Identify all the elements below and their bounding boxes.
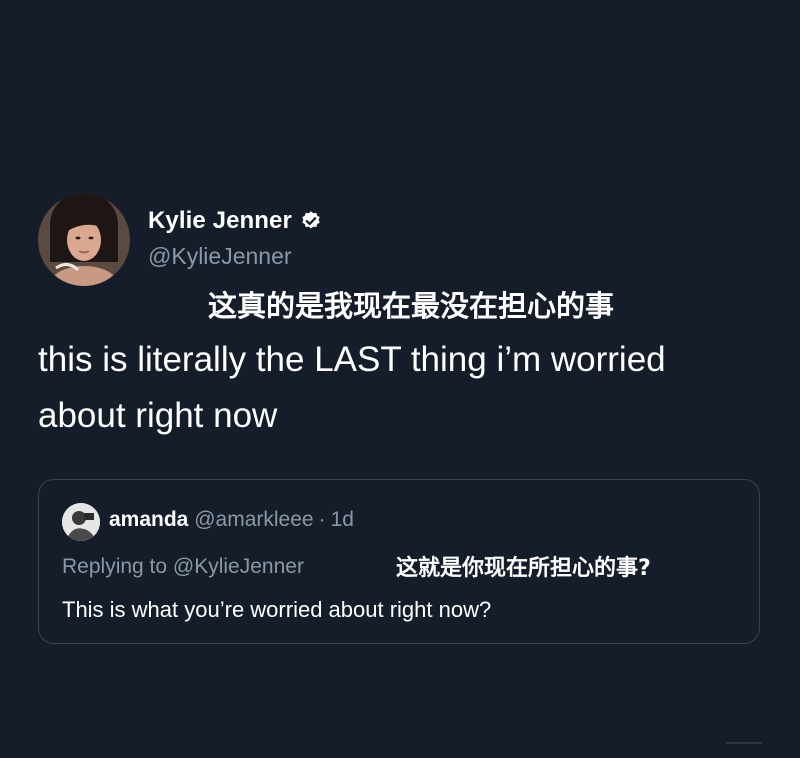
replying-to-handle[interactable]: @KylieJenner <box>173 555 304 578</box>
author-avatar[interactable] <box>38 194 130 286</box>
quote-text: This is what you’re worried about right … <box>62 597 492 622</box>
verified-badge-icon <box>300 210 322 232</box>
quote-header: amanda @amarkleee · 1d <box>109 508 354 532</box>
author-name-row: Kylie Jenner <box>148 206 322 236</box>
quote-author-name[interactable]: amanda <box>109 508 188 531</box>
avatar-image <box>38 194 130 286</box>
tweet-card: Kylie Jenner @KylieJenner 这真的是我现在最没在担心的事… <box>0 0 800 758</box>
replying-to-line: Replying to @KylieJenner <box>62 555 304 579</box>
tweet-text: this is literally the LAST thing i’m wor… <box>38 340 666 435</box>
quote-avatar-image <box>62 503 100 541</box>
quote-author-avatar[interactable] <box>62 503 100 541</box>
quote-translation-caption: 这就是你现在所担心的事? <box>396 556 651 581</box>
replying-prefix: Replying to <box>62 555 168 578</box>
author-handle[interactable]: @KylieJenner <box>148 243 292 270</box>
quote-separator: · <box>318 508 326 531</box>
quoted-tweet-card[interactable]: amanda @amarkleee · 1d Replying to @KylieJ… <box>38 479 760 644</box>
quote-author-handle[interactable]: @amarkleee <box>194 508 313 531</box>
tweet-translation-caption: 这真的是我现在最没在担心的事 <box>208 289 615 323</box>
author-name[interactable]: Kylie Jenner <box>148 207 292 235</box>
quote-timestamp[interactable]: 1d <box>331 508 354 531</box>
bottom-divider <box>726 742 762 744</box>
